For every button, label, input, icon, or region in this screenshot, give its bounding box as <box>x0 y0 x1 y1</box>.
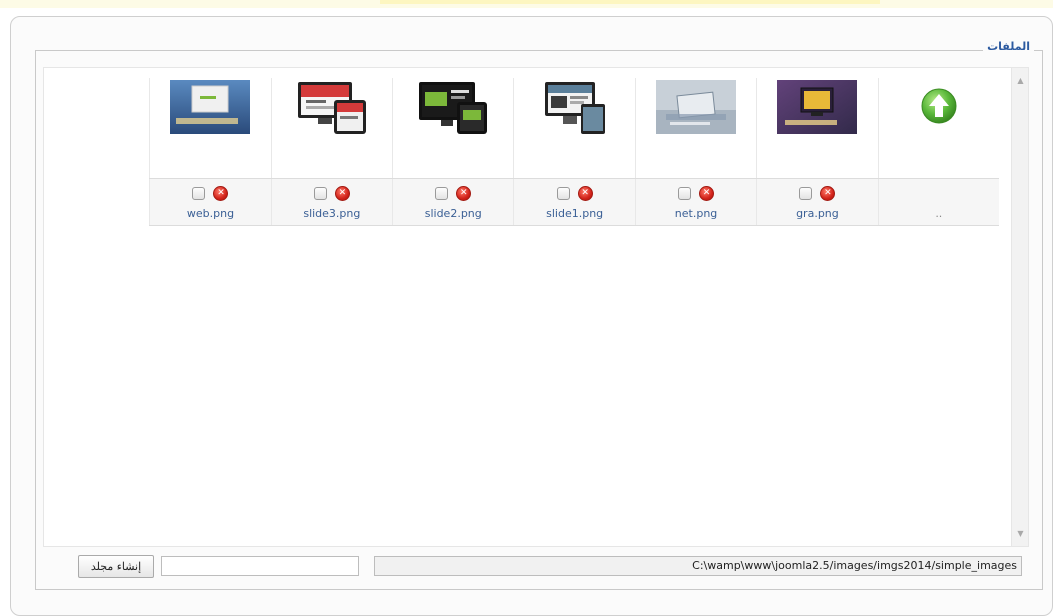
gra-thumbnail[interactable] <box>777 80 858 134</box>
delete-icon[interactable]: ✕ <box>213 185 229 201</box>
file-item-up: .. <box>877 179 999 225</box>
bottom-toolbar: إنشاء مجلد C:\wamp\www\joomla2.5/images/… <box>43 555 1029 581</box>
thumb-cell-gra[interactable] <box>756 78 877 178</box>
select-checkbox[interactable] <box>313 186 327 200</box>
parent-folder-link[interactable]: .. <box>935 207 942 220</box>
file-item-slide1: ✕ slide1.png <box>513 179 634 225</box>
file-actions: ✕ <box>435 185 472 201</box>
file-actions: ✕ <box>556 185 593 201</box>
select-checkbox[interactable] <box>192 186 206 200</box>
thumb-cell-slide2[interactable] <box>392 78 513 178</box>
top-banner-accent <box>380 0 880 4</box>
slide2-thumbnail[interactable] <box>413 80 493 136</box>
file-item-gra: ✕ gra.png <box>756 179 877 225</box>
delete-icon[interactable]: ✕ <box>820 185 836 201</box>
arrow-up-icon[interactable] <box>919 86 959 126</box>
file-name[interactable]: gra.png <box>796 207 839 220</box>
select-checkbox[interactable] <box>799 186 813 200</box>
thumb-cell-net[interactable] <box>634 78 756 178</box>
thumbnail-row <box>149 78 999 178</box>
create-folder-button[interactable]: إنشاء مجلد <box>78 555 154 578</box>
scroll-up-icon[interactable]: ▲ <box>1012 72 1029 89</box>
file-item-net: ✕ net.png <box>634 179 756 225</box>
new-folder-input[interactable] <box>161 556 359 576</box>
files-legend: الملفات <box>983 40 1034 53</box>
slide1-thumbnail[interactable] <box>535 80 615 136</box>
file-item-slide2: ✕ slide2.png <box>392 179 513 225</box>
delete-icon[interactable]: ✕ <box>334 185 350 201</box>
thumb-cell-slide1[interactable] <box>513 78 634 178</box>
current-path-field: C:\wamp\www\joomla2.5/images/imgs2014/si… <box>374 556 1022 576</box>
file-item-slide3: ✕ slide3.png <box>270 179 392 225</box>
file-actions: ✕ <box>799 185 836 201</box>
file-name[interactable]: slide2.png <box>425 207 482 220</box>
select-checkbox[interactable] <box>678 186 692 200</box>
file-name[interactable]: web.png <box>187 207 234 220</box>
file-name[interactable]: slide1.png <box>546 207 603 220</box>
file-controls-row: .. ✕ gra.png ✕ net.png ✕ slide1.png ✕ sl… <box>149 178 999 226</box>
select-checkbox[interactable] <box>435 186 449 200</box>
file-name[interactable]: net.png <box>675 207 718 220</box>
file-name[interactable]: slide3.png <box>303 207 360 220</box>
net-thumbnail[interactable] <box>656 80 737 134</box>
thumb-cell-web[interactable] <box>149 78 270 178</box>
thumb-cell-up[interactable] <box>877 78 999 178</box>
file-actions: ✕ <box>313 185 350 201</box>
file-actions: ✕ <box>192 185 229 201</box>
web-thumbnail[interactable] <box>170 80 251 134</box>
vertical-scrollbar[interactable]: ▲ ▼ <box>1011 68 1028 546</box>
delete-icon[interactable]: ✕ <box>699 185 715 201</box>
file-actions: ✕ <box>678 185 715 201</box>
thumb-cell-slide3[interactable] <box>270 78 392 178</box>
select-checkbox[interactable] <box>556 186 570 200</box>
delete-icon[interactable]: ✕ <box>456 185 472 201</box>
file-browser: .. ✕ gra.png ✕ net.png ✕ slide1.png ✕ sl… <box>43 67 1029 547</box>
scroll-down-icon[interactable]: ▼ <box>1012 525 1029 542</box>
delete-icon[interactable]: ✕ <box>577 185 593 201</box>
slide3-thumbnail[interactable] <box>292 80 372 136</box>
file-item-web: ✕ web.png <box>149 179 270 225</box>
